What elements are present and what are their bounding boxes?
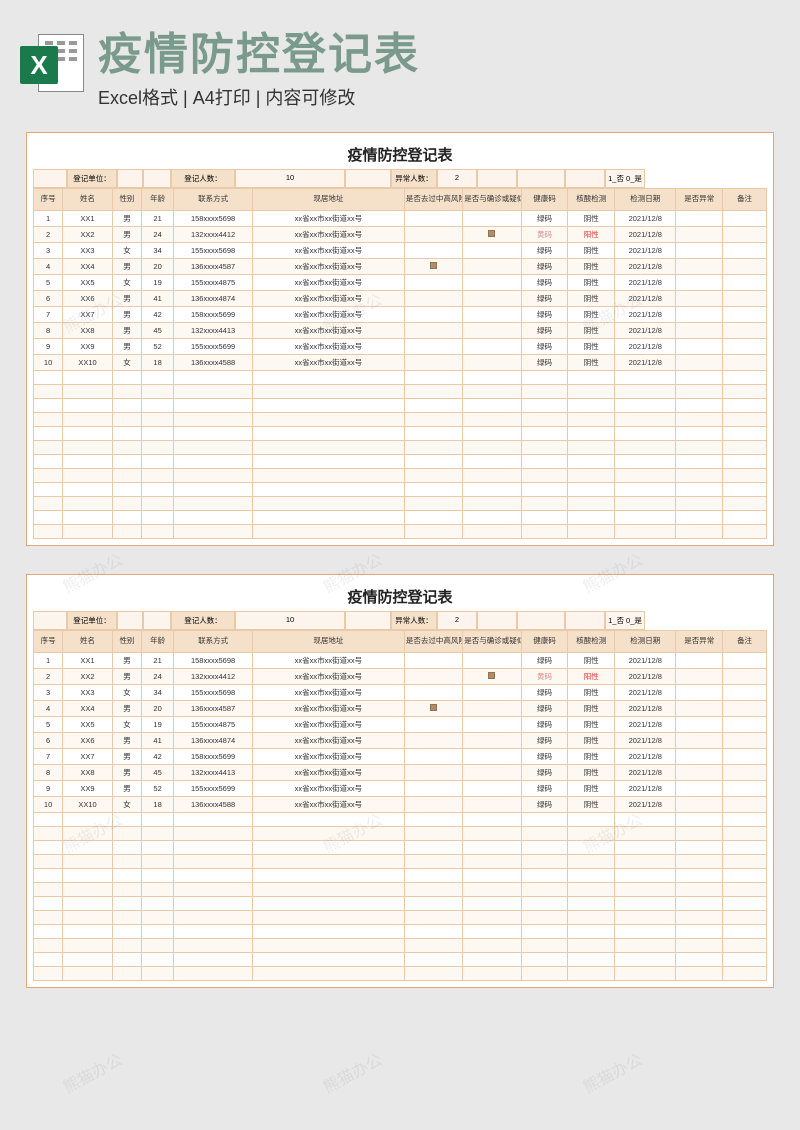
column-header: 现居地址	[253, 189, 405, 211]
column-header: 年龄	[142, 189, 174, 211]
column-header: 核酸检测	[568, 631, 615, 653]
sheet-preview-1: 疫情防控登记表登记单位：登记人数：10异常人数：21_否 0_是序号姓名性别年龄…	[26, 132, 774, 546]
table-row	[34, 841, 767, 855]
column-header: 检测日期	[615, 631, 676, 653]
column-header: 核酸检测	[568, 189, 615, 211]
meta-row: 登记单位：登记人数：10异常人数：21_否 0_是	[33, 169, 767, 188]
table-row	[34, 855, 767, 869]
page-subtitle: Excel格式 | A4打印 | 内容可修改	[98, 84, 780, 110]
sheet-preview-container: 疫情防控登记表登记单位：登记人数：10异常人数：21_否 0_是序号姓名性别年龄…	[0, 118, 800, 1002]
registration-table: 序号姓名性别年龄联系方式现居地址是否去过中高风险地区是否与确诊或疑似病例接触健康…	[33, 630, 767, 981]
header: X 疫情防控登记表 Excel格式 | A4打印 | 内容可修改	[0, 0, 800, 118]
table-row: 4XX4男20136xxxx4587xx省xx市xx街道xx号绿码阴性2021/…	[34, 259, 767, 275]
table-row: 6XX6男41136xxxx4874xx省xx市xx街道xx号绿码阴性2021/…	[34, 291, 767, 307]
excel-x-letter: X	[20, 46, 58, 84]
column-header: 序号	[34, 631, 63, 653]
table-row: 5XX5女19155xxxx4875xx省xx市xx街道xx号绿码阴性2021/…	[34, 717, 767, 733]
column-header: 姓名	[63, 631, 113, 653]
table-row: 2XX2男24132xxxx4412xx省xx市xx街道xx号黄码阳性2021/…	[34, 669, 767, 685]
table-row: 2XX2男24132xxxx4412xx省xx市xx街道xx号黄码阳性2021/…	[34, 227, 767, 243]
table-row: 3XX3女34155xxxx5698xx省xx市xx街道xx号绿码阴性2021/…	[34, 685, 767, 701]
table-row: 10XX10女18136xxxx4588xx省xx市xx街道xx号绿码阴性202…	[34, 797, 767, 813]
column-header: 备注	[723, 189, 767, 211]
column-header: 是否去过中高风险地区	[404, 189, 462, 211]
column-header: 联系方式	[174, 189, 253, 211]
table-row	[34, 441, 767, 455]
column-header: 健康码	[521, 631, 568, 653]
table-row	[34, 967, 767, 981]
table-row	[34, 911, 767, 925]
table-row: 4XX4男20136xxxx4587xx省xx市xx街道xx号绿码阴性2021/…	[34, 701, 767, 717]
table-row	[34, 413, 767, 427]
table-row: 9XX9男52155xxxx5699xx省xx市xx街道xx号绿码阴性2021/…	[34, 339, 767, 355]
watermark: 熊猫办公	[318, 1046, 386, 1097]
registration-table: 序号姓名性别年龄联系方式现居地址是否去过中高风险地区是否与确诊或疑似病例接触健康…	[33, 188, 767, 539]
table-row	[34, 371, 767, 385]
column-header: 姓名	[63, 189, 113, 211]
table-row: 8XX8男45132xxxx4413xx省xx市xx街道xx号绿码阴性2021/…	[34, 323, 767, 339]
table-row: 9XX9男52155xxxx5699xx省xx市xx街道xx号绿码阴性2021/…	[34, 781, 767, 797]
column-header: 是否异常	[676, 189, 723, 211]
checkbox-mark-icon	[488, 672, 495, 679]
table-row	[34, 869, 767, 883]
meta-row: 登记单位：登记人数：10异常人数：21_否 0_是	[33, 611, 767, 630]
table-row	[34, 883, 767, 897]
column-header: 是否异常	[676, 631, 723, 653]
checkbox-mark-icon	[430, 262, 437, 269]
table-row: 1XX1男21158xxxx5698xx省xx市xx街道xx号绿码阴性2021/…	[34, 211, 767, 227]
table-row	[34, 399, 767, 413]
column-header: 序号	[34, 189, 63, 211]
table-row: 8XX8男45132xxxx4413xx省xx市xx街道xx号绿码阴性2021/…	[34, 765, 767, 781]
column-header: 性别	[112, 189, 141, 211]
column-header: 年龄	[142, 631, 174, 653]
table-row	[34, 953, 767, 967]
table-row	[34, 897, 767, 911]
sheet-title: 疫情防控登记表	[33, 139, 767, 169]
table-row	[34, 497, 767, 511]
table-row	[34, 813, 767, 827]
table-row: 7XX7男42158xxxx5699xx省xx市xx街道xx号绿码阴性2021/…	[34, 307, 767, 323]
table-row	[34, 525, 767, 539]
table-row	[34, 511, 767, 525]
watermark: 熊猫办公	[578, 1046, 646, 1097]
table-row: 3XX3女34155xxxx5698xx省xx市xx街道xx号绿码阴性2021/…	[34, 243, 767, 259]
checkbox-mark-icon	[488, 230, 495, 237]
table-row	[34, 427, 767, 441]
column-header: 联系方式	[174, 631, 253, 653]
table-row	[34, 939, 767, 953]
table-row: 7XX7男42158xxxx5699xx省xx市xx街道xx号绿码阴性2021/…	[34, 749, 767, 765]
sheet-preview-2: 疫情防控登记表登记单位：登记人数：10异常人数：21_否 0_是序号姓名性别年龄…	[26, 574, 774, 988]
table-row	[34, 385, 767, 399]
checkbox-mark-icon	[430, 704, 437, 711]
excel-icon: X	[20, 32, 84, 96]
table-row	[34, 925, 767, 939]
column-header: 检测日期	[615, 189, 676, 211]
page-title: 疫情防控登记表	[98, 18, 780, 82]
table-row: 5XX5女19155xxxx4875xx省xx市xx街道xx号绿码阴性2021/…	[34, 275, 767, 291]
table-row: 6XX6男41136xxxx4874xx省xx市xx街道xx号绿码阴性2021/…	[34, 733, 767, 749]
column-header: 现居地址	[253, 631, 405, 653]
column-header: 是否去过中高风险地区	[404, 631, 462, 653]
table-row	[34, 455, 767, 469]
table-row	[34, 469, 767, 483]
table-row	[34, 483, 767, 497]
sheet-title: 疫情防控登记表	[33, 581, 767, 611]
watermark: 熊猫办公	[58, 1046, 126, 1097]
table-row	[34, 827, 767, 841]
table-row: 10XX10女18136xxxx4588xx省xx市xx街道xx号绿码阴性202…	[34, 355, 767, 371]
column-header: 备注	[723, 631, 767, 653]
column-header: 健康码	[521, 189, 568, 211]
column-header: 性别	[112, 631, 141, 653]
column-header: 是否与确诊或疑似病例接触	[463, 189, 521, 211]
column-header: 是否与确诊或疑似病例接触	[463, 631, 521, 653]
table-row: 1XX1男21158xxxx5698xx省xx市xx街道xx号绿码阴性2021/…	[34, 653, 767, 669]
